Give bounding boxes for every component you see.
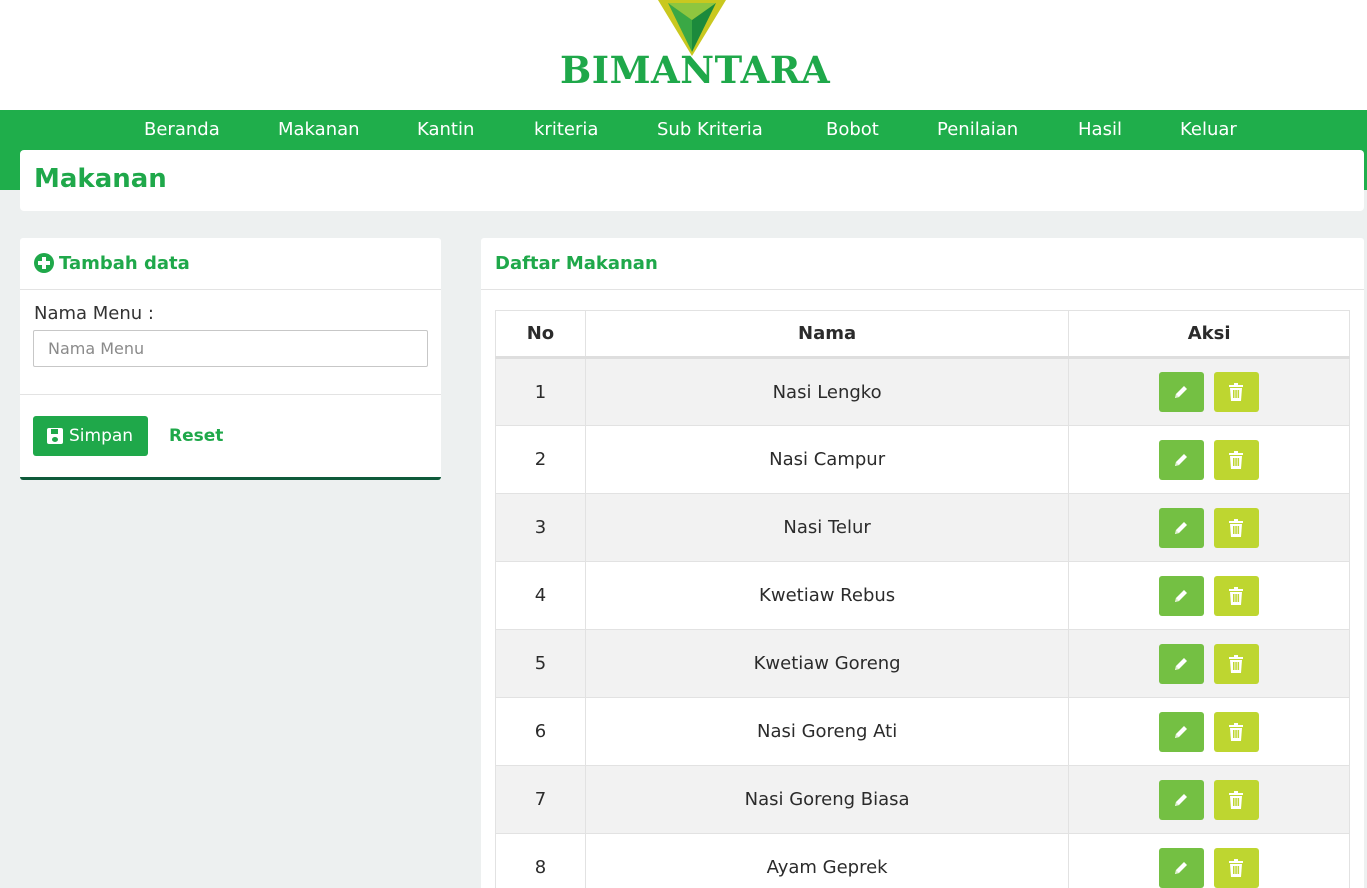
edit-button[interactable] [1159,643,1205,684]
trash-icon [1229,450,1244,469]
edit-button[interactable] [1159,847,1205,888]
table-header-row: No Nama Aksi [495,310,1350,359]
row-number: 7 [495,765,586,834]
delete-button[interactable] [1214,779,1260,820]
page-title: Makanan [34,164,167,194]
table-row: 7 Nasi Goreng Biasa [495,765,1350,834]
pencil-icon [1175,657,1188,670]
table-row: 8 Ayam Geprek [495,833,1350,888]
trash-icon [1229,586,1244,605]
delete-button[interactable] [1214,711,1260,752]
menu-name-input[interactable] [33,330,428,367]
add-data-panel: Tambah data Nama Menu : Simpan Reset [20,238,441,480]
table-row: 2 Nasi Campur [495,425,1350,494]
row-number: 3 [495,493,586,562]
edit-button[interactable] [1159,575,1205,616]
trash-icon [1229,654,1244,673]
edit-button[interactable] [1159,507,1205,548]
row-food-name: Nasi Lengko [584,357,1070,426]
row-number: 1 [495,357,586,426]
nav-item-kriteria[interactable]: kriteria [534,119,598,140]
trash-icon [1229,858,1244,877]
table-row: 4 Kwetiaw Rebus [495,561,1350,630]
add-data-header: Tambah data [20,238,441,290]
row-number: 5 [495,629,586,698]
row-actions [1068,833,1350,888]
row-actions [1068,765,1350,834]
delete-button[interactable] [1214,575,1260,616]
pencil-icon [1175,861,1188,874]
row-actions [1068,357,1350,426]
food-list-header: Daftar Makanan [481,238,1364,290]
row-food-name: Kwetiaw Goreng [584,629,1070,698]
trash-icon [1229,790,1244,809]
save-button[interactable]: Simpan [33,416,148,456]
row-number: 8 [495,833,586,888]
table-row: 6 Nasi Goreng Ati [495,697,1350,766]
nav-item-beranda[interactable]: Beranda [144,119,220,140]
pencil-icon [1175,453,1188,466]
nav-item-makanan[interactable]: Makanan [278,119,360,140]
row-number: 6 [495,697,586,766]
pencil-icon [1175,521,1188,534]
edit-button[interactable] [1159,372,1205,412]
column-header-aksi: Aksi [1068,310,1350,359]
brand-logo[interactable]: BIMANTARA [560,0,831,92]
row-food-name: Nasi Campur [584,425,1070,494]
nav-item-kantin[interactable]: Kantin [417,119,474,140]
save-button-label: Simpan [69,426,134,446]
pencil-icon [1175,725,1188,738]
row-food-name: Kwetiaw Rebus [584,561,1070,630]
form-divider [20,394,441,395]
nav-item-hasil[interactable]: Hasil [1078,119,1122,140]
plus-circle-icon [34,253,54,273]
pencil-icon [1175,793,1188,806]
brand-name: BIMANTARA [560,48,831,92]
food-list-panel: Daftar Makanan No Nama Aksi 1 Nasi Lengk… [481,238,1364,888]
delete-button[interactable] [1214,439,1260,480]
delete-button[interactable] [1214,643,1260,684]
row-food-name: Ayam Geprek [584,833,1070,888]
row-food-name: Nasi Goreng Ati [584,697,1070,766]
edit-button[interactable] [1159,779,1205,820]
row-number: 2 [495,425,586,494]
row-actions [1068,629,1350,698]
header: BIMANTARA [0,0,1367,110]
pencil-icon [1175,386,1188,398]
row-actions [1068,493,1350,562]
column-header-no[interactable]: No [495,310,586,359]
nav-item-bobot[interactable]: Bobot [826,119,879,140]
table-row: 3 Nasi Telur [495,493,1350,562]
page-title-card: Makanan [20,150,1364,211]
row-actions [1068,697,1350,766]
row-food-name: Nasi Telur [584,493,1070,562]
column-header-nama[interactable]: Nama [584,310,1070,359]
nav-item-keluar[interactable]: Keluar [1180,119,1237,140]
delete-button[interactable] [1214,847,1260,888]
pencil-icon [1175,589,1188,602]
delete-button[interactable] [1214,372,1260,412]
row-actions [1068,425,1350,494]
delete-button[interactable] [1214,507,1260,548]
trash-icon [1229,518,1244,537]
nav-menu: Beranda Makanan Kantin kriteria Sub Krit… [0,110,1367,150]
food-list-title: Daftar Makanan [495,253,658,274]
row-food-name: Nasi Goreng Biasa [584,765,1070,834]
table-row: 1 Nasi Lengko [495,357,1350,426]
row-actions [1068,561,1350,630]
nav-item-penilaian[interactable]: Penilaian [937,119,1018,140]
add-data-title: Tambah data [59,253,190,274]
reset-button[interactable]: Reset [169,426,223,446]
trash-icon [1229,722,1244,741]
row-number: 4 [495,561,586,630]
food-table: No Nama Aksi 1 Nasi Lengko 2 Nasi Campur… [495,310,1350,888]
floppy-icon [47,428,63,444]
table-row: 5 Kwetiaw Goreng [495,629,1350,698]
nav-item-sub-kriteria[interactable]: Sub Kriteria [657,119,763,140]
trash-icon [1229,383,1244,401]
edit-button[interactable] [1159,439,1205,480]
edit-button[interactable] [1159,711,1205,752]
menu-name-label: Nama Menu : [34,303,154,324]
